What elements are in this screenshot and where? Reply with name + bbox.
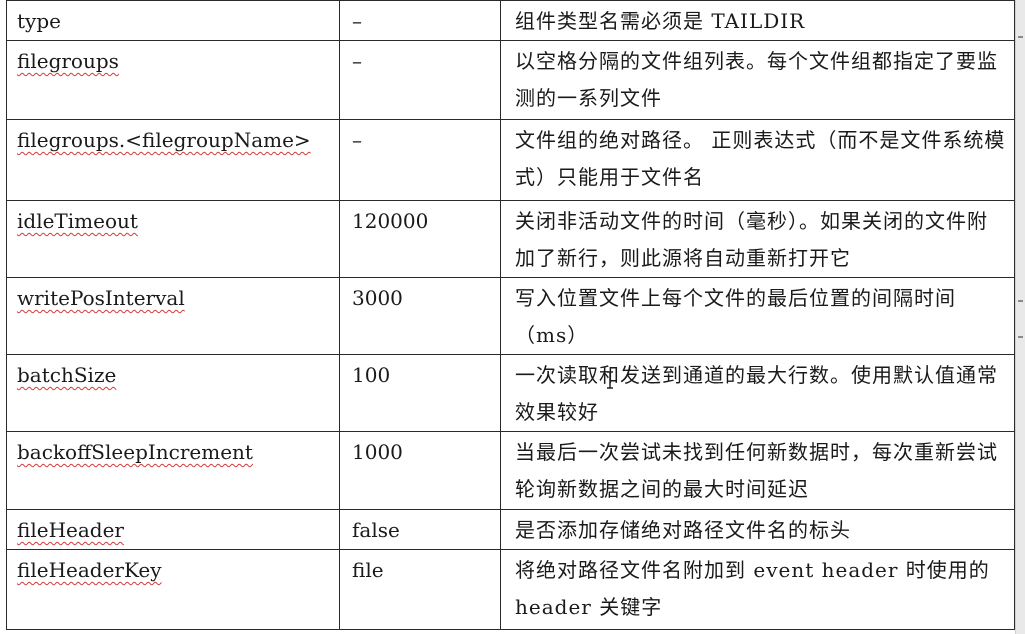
param-desc: 当最后一次尝试未找到任何新数据时，每次重新尝试轮询新数据之间的最大时间延迟: [515, 440, 998, 501]
param-default-cell: –: [339, 119, 501, 201]
param-name-cell: filegroups.<filegroupName>: [6, 119, 340, 201]
param-desc-cell: 关闭非活动文件的时间（毫秒）。如果关闭的文件附加了新行，则此源将自动重新打开它: [500, 200, 1015, 278]
param-name: filegroups.<filegroupName>: [17, 128, 311, 152]
param-desc: 以空格分隔的文件组列表。每个文件组都指定了要监测的一系列文件: [515, 49, 998, 110]
param-desc: 组件类型名需必须是 TAILDIR: [515, 9, 806, 33]
param-desc-cell: 一次读取和发送到通道的最大行数。使用默认值通常效果较好: [500, 354, 1015, 432]
param-name: fileHeader: [17, 518, 124, 542]
param-default: –: [352, 9, 362, 33]
scrollbar-tick: [1018, 336, 1023, 338]
param-desc: 一次读取和发送到通道的最大行数。使用默认值通常效果较好: [515, 363, 998, 424]
param-default-cell: 3000: [339, 277, 501, 355]
param-name-cell: filegroups: [6, 40, 340, 120]
param-default: file: [352, 558, 384, 582]
param-desc-cell: 组件类型名需必须是 TAILDIR: [500, 0, 1015, 41]
param-name-cell: idleTimeout: [6, 200, 340, 278]
param-default-cell: 120000: [339, 200, 501, 278]
param-desc: 关闭非活动文件的时间（毫秒）。如果关闭的文件附加了新行，则此源将自动重新打开它: [515, 209, 988, 270]
param-default: 1000: [352, 440, 403, 464]
table-row: type – 组件类型名需必须是 TAILDIR: [6, 0, 1015, 41]
table-row: fileHeaderKey file 将绝对路径文件名附加到 event hea…: [6, 549, 1015, 630]
param-name: writePosInterval: [17, 286, 185, 310]
table-row: backoffSleepIncrement 1000 当最后一次尝试未找到任何新…: [6, 431, 1015, 510]
param-default-cell: 100: [339, 354, 501, 432]
param-desc: 是否添加存储绝对路径文件名的标头: [515, 518, 851, 542]
scrollbar-tick: [1018, 300, 1023, 302]
table-row: fileHeader false 是否添加存储绝对路径文件名的标头: [6, 509, 1015, 550]
param-default: false: [352, 518, 400, 542]
param-name-cell: fileHeaderKey: [6, 549, 340, 630]
param-default-cell: 1000: [339, 431, 501, 510]
param-name-cell: fileHeader: [6, 509, 340, 550]
param-name-cell: type: [6, 0, 340, 41]
param-name: type: [17, 9, 61, 33]
table-row: filegroups.<filegroupName> – 文件组的绝对路径。 正…: [6, 119, 1015, 201]
param-default: 120000: [352, 209, 429, 233]
param-default: –: [352, 128, 362, 152]
param-desc-cell: 写入位置文件上每个文件的最后位置的间隔时间（ms）: [500, 277, 1015, 355]
param-name-cell: batchSize: [6, 354, 340, 432]
param-desc: 文件组的绝对路径。 正则表达式（而不是文件系统模式）只能用于文件名: [515, 128, 1006, 189]
param-default-cell: –: [339, 0, 501, 41]
param-desc-cell: 当最后一次尝试未找到任何新数据时，每次重新尝试轮询新数据之间的最大时间延迟: [500, 431, 1015, 510]
param-desc: 将绝对路径文件名附加到 event header 时使用的 header 关键字: [515, 558, 990, 619]
param-default: –: [352, 49, 362, 73]
param-name: idleTimeout: [17, 209, 138, 233]
param-desc-cell: 以空格分隔的文件组列表。每个文件组都指定了要监测的一系列文件: [500, 40, 1015, 120]
table-row: batchSize 100 一次读取和发送到通道的最大行数。使用默认值通常效果较…: [6, 354, 1015, 432]
document-page: type – 组件类型名需必须是 TAILDIR filegroups – 以空…: [0, 0, 1016, 634]
param-name: fileHeaderKey: [17, 558, 162, 582]
table-row: writePosInterval 3000 写入位置文件上每个文件的最后位置的间…: [6, 277, 1015, 355]
scrollbar-tick: [1018, 36, 1023, 38]
param-desc-cell: 将绝对路径文件名附加到 event header 时使用的 header 关键字: [500, 549, 1015, 630]
param-desc-cell: 文件组的绝对路径。 正则表达式（而不是文件系统模式）只能用于文件名: [500, 119, 1015, 201]
param-name-cell: writePosInterval: [6, 277, 340, 355]
parameter-table: type – 组件类型名需必须是 TAILDIR filegroups – 以空…: [6, 0, 1015, 630]
param-default-cell: false: [339, 509, 501, 550]
table-row: idleTimeout 120000 关闭非活动文件的时间（毫秒）。如果关闭的文…: [6, 200, 1015, 278]
param-default-cell: –: [339, 40, 501, 120]
text-cursor-icon: [607, 371, 613, 389]
param-name-cell: backoffSleepIncrement: [6, 431, 340, 510]
param-desc-cell: 是否添加存储绝对路径文件名的标头: [500, 509, 1015, 550]
param-name: filegroups: [17, 49, 119, 73]
param-default-cell: file: [339, 549, 501, 630]
param-default: 100: [352, 363, 391, 387]
table-row: filegroups – 以空格分隔的文件组列表。每个文件组都指定了要监测的一系…: [6, 40, 1015, 120]
param-name: backoffSleepIncrement: [17, 440, 253, 464]
scrollbar-track[interactable]: [1015, 0, 1025, 634]
param-default: 3000: [352, 286, 403, 310]
param-name: batchSize: [17, 363, 117, 387]
param-desc: 写入位置文件上每个文件的最后位置的间隔时间（ms）: [515, 286, 956, 347]
